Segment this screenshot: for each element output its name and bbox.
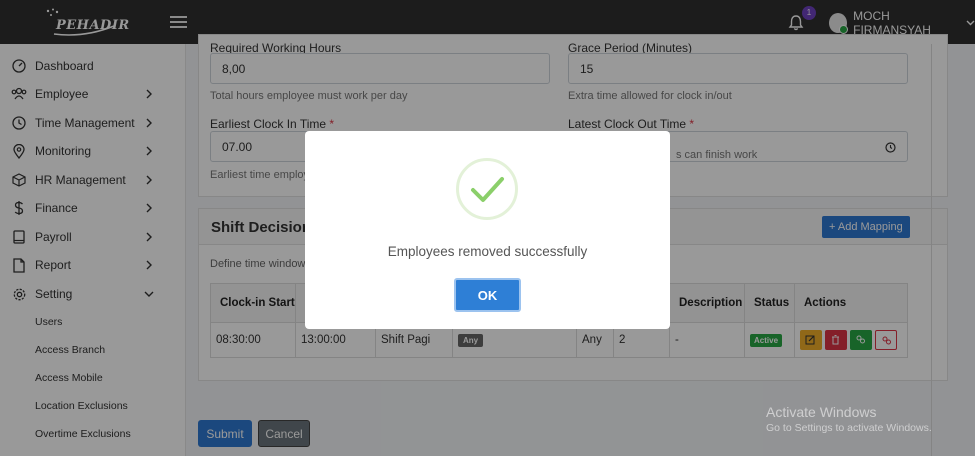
ok-button[interactable]: OK: [454, 278, 521, 312]
dialog-message: Employees removed successfully: [387, 244, 588, 259]
activate-windows-subtitle: Go to Settings to activate Windows.: [766, 422, 932, 434]
success-check-icon: [456, 158, 518, 220]
activate-windows-title: Activate Windows: [766, 404, 877, 420]
success-dialog: Employees removed successfully OK: [305, 131, 670, 329]
